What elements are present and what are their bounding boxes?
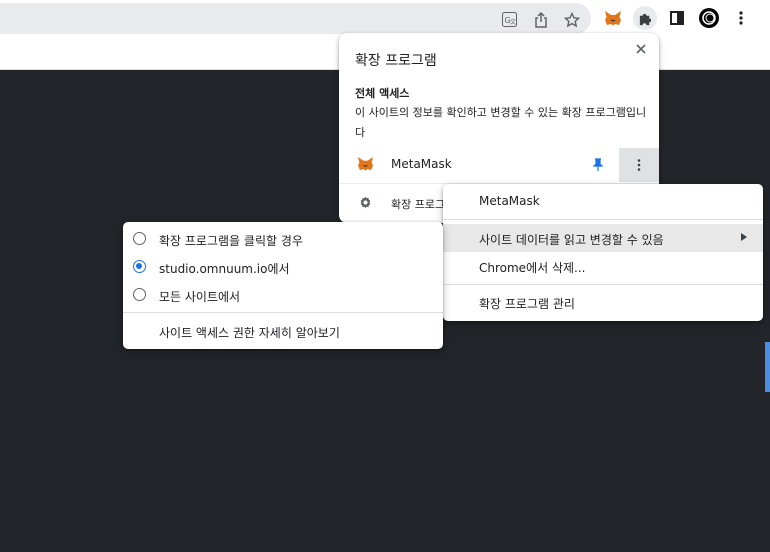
option-on-all-sites[interactable]: 모든 사이트에서 xyxy=(123,280,443,308)
option-on-current-site[interactable]: studio.omnuum.io에서 xyxy=(123,252,443,280)
radio-selected-icon[interactable] xyxy=(133,260,146,273)
more-vert-icon[interactable] xyxy=(729,6,753,30)
radio-icon[interactable] xyxy=(133,288,146,301)
metamask-fox-icon xyxy=(357,156,374,173)
profile-icon[interactable] xyxy=(697,6,721,30)
section-heading: 전체 액세스 xyxy=(355,87,410,100)
close-icon[interactable] xyxy=(632,40,650,58)
more-vert-icon xyxy=(637,159,641,171)
side-panel-icon[interactable] xyxy=(665,6,689,30)
menu-item-label: 사이트 데이터를 읽고 변경할 수 있음 xyxy=(479,233,664,247)
menu-item-label: 확장 프로그램 관리 xyxy=(479,297,575,311)
panel-title: 확장 프로그램 xyxy=(355,53,437,69)
metamask-fox-icon[interactable] xyxy=(601,6,625,30)
menu-item-label: MetaMask xyxy=(479,194,540,208)
option-on-click[interactable]: 확장 프로그램을 클릭할 경우 xyxy=(123,224,443,252)
translate-icon[interactable]: G文 xyxy=(501,11,518,28)
radio-icon[interactable] xyxy=(133,232,146,245)
option-label: studio.omnuum.io에서 xyxy=(159,262,290,276)
extension-name: MetaMask xyxy=(391,157,452,171)
page-scrollbar[interactable] xyxy=(765,342,770,392)
learn-more-label: 사이트 액세스 권한 자세히 알아보기 xyxy=(159,326,340,340)
extension-more-button[interactable] xyxy=(619,148,659,182)
menu-divider xyxy=(443,284,763,285)
menu-divider xyxy=(123,312,443,313)
menu-item-metamask[interactable]: MetaMask xyxy=(443,187,763,215)
menu-item-manage[interactable]: 확장 프로그램 관리 xyxy=(443,288,763,316)
site-access-submenu: 확장 프로그램을 클릭할 경우 studio.omnuum.io에서 모든 사이… xyxy=(123,222,443,349)
gear-icon xyxy=(357,194,374,211)
option-label: 모든 사이트에서 xyxy=(159,290,241,304)
share-icon[interactable] xyxy=(532,11,549,28)
star-icon[interactable] xyxy=(563,11,580,28)
pin-icon[interactable] xyxy=(590,157,606,173)
option-label: 확장 프로그램을 클릭할 경우 xyxy=(159,234,303,248)
address-bar[interactable]: G文 xyxy=(0,3,591,34)
puzzle-icon[interactable] xyxy=(633,6,657,30)
extension-row-metamask[interactable]: MetaMask xyxy=(339,148,659,182)
submenu-arrow-icon xyxy=(741,233,747,241)
menu-item-remove[interactable]: Chrome에서 삭제... xyxy=(443,252,763,280)
section-description: 이 사이트의 정보를 확인하고 변경할 수 있는 확장 프로그램입니다 xyxy=(355,106,647,139)
extension-context-menu: MetaMask 사이트 데이터를 읽고 변경할 수 있음 Chrome에서 삭… xyxy=(443,184,763,321)
menu-item-label: Chrome에서 삭제... xyxy=(479,261,586,275)
learn-more-link[interactable]: 사이트 액세스 권한 자세히 알아보기 xyxy=(123,316,443,344)
svg-text:文: 文 xyxy=(510,18,516,26)
menu-item-site-access[interactable]: 사이트 데이터를 읽고 변경할 수 있음 xyxy=(443,224,763,252)
menu-divider xyxy=(443,219,763,220)
